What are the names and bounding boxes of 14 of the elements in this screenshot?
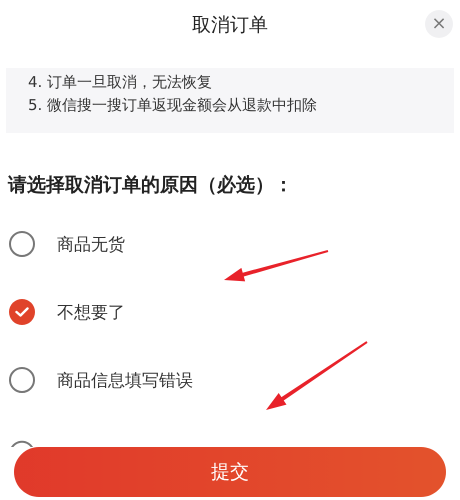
radio-button[interactable] [9,299,35,325]
radio-button[interactable] [9,231,35,257]
reason-label[interactable]: 商品无货 [57,232,125,256]
radio-button[interactable] [9,367,35,393]
reason-label[interactable]: 不想要了 [57,300,125,324]
close-button[interactable]: × [425,10,453,38]
notice-text: 4. 订单一旦取消，无法恢复 [28,72,214,92]
section-heading: 请选择取消订单的原因（必选）： [8,173,294,198]
notice-text: 5. 微信搜一搜订单返现金额会从退款中扣除 [28,95,318,115]
check-icon [15,307,29,317]
submit-button[interactable]: 提交 [14,447,446,497]
reason-label[interactable]: 商品信息填写错误 [57,368,193,392]
dialog-title: 取消订单 [192,13,268,38]
partial-radio-icon [9,439,35,447]
